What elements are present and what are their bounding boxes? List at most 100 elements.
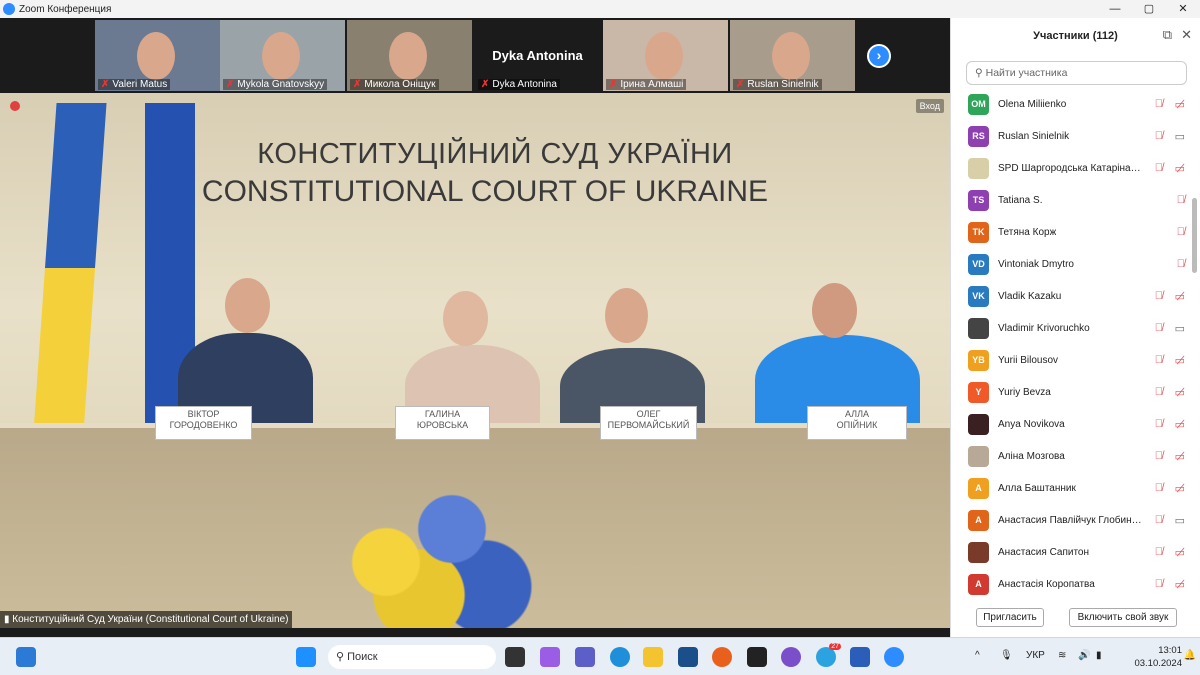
video-off-icon[interactable]: ▭̸ — [1175, 450, 1185, 463]
video-off-icon[interactable]: ▭̸ — [1175, 162, 1185, 175]
scrollbar[interactable] — [1192, 198, 1197, 273]
muted-mic-icon[interactable]: 🎙̸ — [1155, 130, 1163, 142]
avatar — [968, 541, 989, 563]
muted-mic-icon[interactable]: 🎙̸ — [1155, 418, 1163, 430]
video-off-icon[interactable]: ▭̸ — [1175, 578, 1185, 591]
wall-title-ua: КОНСТИТУЦІЙНИЙ СУД УКРАЇНИ — [257, 138, 733, 170]
video-on-icon[interactable]: ▭ — [1175, 514, 1185, 527]
muted-mic-icon[interactable]: 🎙̸ — [1155, 546, 1163, 558]
muted-mic-icon: ✗ — [481, 79, 490, 90]
invite-button[interactable]: Пригласить — [976, 608, 1044, 627]
edge-icon[interactable] — [610, 647, 630, 667]
muted-mic-icon[interactable]: 🎙̸ — [1155, 162, 1163, 174]
zoom-icon[interactable] — [884, 647, 904, 667]
nameplate: АЛЛА ОПІЙНИК — [807, 406, 907, 440]
gallery-tile[interactable]: ✗ Mykola Gnatovskyy — [220, 20, 345, 91]
teams-icon[interactable] — [575, 647, 595, 667]
gallery-tile[interactable]: ✗ Ірина Алмаші — [603, 20, 728, 91]
muted-mic-icon[interactable]: 🎙̸ — [1155, 354, 1163, 366]
store-icon[interactable] — [678, 647, 698, 667]
viber-icon[interactable] — [781, 647, 801, 667]
app-icon[interactable] — [747, 647, 767, 667]
muted-mic-icon[interactable]: 🎙̸ — [1177, 258, 1185, 270]
participant-row[interactable]: VK Vladik Kazaku 🎙̸ ▭̸ — [951, 280, 1191, 312]
video-off-icon[interactable]: ▭̸ — [1175, 418, 1185, 431]
tile-name: ✗ Dyka Antonina — [478, 79, 560, 90]
muted-mic-icon[interactable]: 🎙̸ — [1155, 98, 1163, 110]
video-on-icon[interactable]: ▭ — [1175, 322, 1185, 335]
muted-mic-icon[interactable]: 🎙̸ — [1155, 578, 1163, 590]
participant-row[interactable]: TK Тетяна Корж 🎙̸ — [951, 216, 1191, 248]
task-view-icon[interactable] — [505, 647, 525, 667]
maximize-button[interactable]: ▢ — [1132, 0, 1166, 18]
participant-row[interactable]: TS Tatiana S. 🎙̸ — [951, 184, 1191, 216]
video-off-icon[interactable]: ▭̸ — [1175, 354, 1185, 367]
avatar: A — [968, 573, 989, 595]
telegram-icon[interactable]: 27 — [816, 643, 841, 667]
gallery-tile[interactable]: Dyka Antonina ✗ Dyka Antonina — [475, 20, 600, 91]
muted-mic-icon[interactable]: 🎙̸ — [1155, 386, 1163, 398]
search-icon: ⚲ — [336, 651, 348, 663]
firefox-icon[interactable] — [712, 647, 732, 667]
clock[interactable]: 13:01 03.10.2024 — [1134, 644, 1182, 670]
participant-row[interactable]: Аліна Мозгова 🎙̸ ▭̸ — [951, 440, 1191, 472]
widgets-icon[interactable] — [16, 647, 36, 667]
participant-row[interactable]: A Алла Баштанник 🎙̸ ▭̸ — [951, 472, 1191, 504]
microphone-icon[interactable]: 🎙 — [1000, 650, 1013, 661]
file-explorer-icon[interactable] — [643, 647, 663, 667]
video-on-icon[interactable]: ▭ — [1175, 130, 1185, 143]
tile-name: ✗ Valeri Matus — [98, 79, 171, 90]
close-button[interactable]: ✕ — [1166, 0, 1200, 18]
notification-icon[interactable]: 🔔 — [1184, 650, 1196, 661]
participant-name: Anya Novikova — [998, 418, 1065, 430]
muted-mic-icon[interactable]: 🎙̸ — [1155, 450, 1163, 462]
gallery-tile[interactable]: ✗ Valeri Matus — [95, 20, 220, 91]
video-off-icon[interactable]: ▭̸ — [1175, 290, 1185, 303]
avatar: A — [968, 509, 989, 531]
video-off-icon[interactable]: ▭̸ — [1175, 546, 1185, 559]
participant-row[interactable]: Анастасия Сапитон 🎙̸ ▭̸ — [951, 536, 1191, 568]
muted-mic-icon[interactable]: 🎙̸ — [1155, 322, 1163, 334]
start-icon[interactable] — [296, 647, 316, 667]
avatar: Y — [968, 381, 989, 403]
muted-mic-icon[interactable]: 🎙̸ — [1155, 290, 1163, 302]
video-off-icon[interactable]: ▭̸ — [1175, 482, 1185, 495]
gallery-tile[interactable]: ✗ Ruslan Sinielnik — [730, 20, 855, 91]
muted-mic-icon[interactable]: 🎙̸ — [1155, 482, 1163, 494]
copilot-icon[interactable] — [540, 647, 560, 667]
minimize-button[interactable]: — — [1098, 0, 1132, 18]
muted-mic-icon[interactable]: 🎙̸ — [1177, 194, 1185, 206]
muted-mic-icon[interactable]: 🎙̸ — [1177, 226, 1185, 238]
wifi-icon[interactable]: ≋ — [1058, 650, 1066, 661]
muted-mic-icon: ✗ — [226, 79, 235, 90]
avatar: YB — [968, 349, 989, 371]
muted-mic-icon[interactable]: 🎙̸ — [1155, 514, 1163, 526]
word-icon[interactable] — [850, 647, 870, 667]
video-off-icon[interactable]: ▭̸ — [1175, 98, 1185, 111]
popout-icon[interactable]: ⧉ — [1163, 27, 1172, 43]
participant-row[interactable]: VD Vintoniak Dmytro 🎙̸ — [951, 248, 1191, 280]
participant-row[interactable]: OM Olena Miliienko 🎙̸ ▭̸ — [951, 88, 1191, 120]
next-page-button[interactable]: › — [867, 44, 891, 68]
unmute-button[interactable]: Включить свой звук — [1069, 608, 1177, 627]
participant-row[interactable]: SPD Шаргородська Катаріна М... 🎙̸ ▭̸ — [951, 152, 1191, 184]
participant-row[interactable]: Vladimir Krivoruchko 🎙̸ ▭ — [951, 312, 1191, 344]
search-participant-input[interactable]: ⚲ Найти участника — [966, 61, 1187, 85]
participants-panel: Участники (112) ⧉ ✕ ⚲ Найти участника OM… — [950, 18, 1200, 637]
show-hidden-icon[interactable]: ^ — [975, 650, 980, 661]
participant-row[interactable]: Anya Novikova 🎙̸ ▭̸ — [951, 408, 1191, 440]
video-off-icon[interactable]: ▭̸ — [1175, 386, 1185, 399]
participant-row[interactable]: A Анастасия Павлійчук Глобинсь... 🎙̸ ▭ — [951, 504, 1191, 536]
main-video: КОНСТИТУЦІЙНИЙ СУД УКРАЇНИ CONSTITUTIONA… — [0, 93, 950, 628]
participant-row[interactable]: A Анастасія Коропатва 🎙̸ ▭̸ — [951, 568, 1191, 600]
participant-name: Ruslan Sinielnik — [998, 130, 1070, 142]
gallery-tile[interactable]: ✗ Микола Оніщук — [347, 20, 472, 91]
participant-row[interactable]: RS Ruslan Sinielnik 🎙̸ ▭ — [951, 120, 1191, 152]
language-indicator[interactable]: УКР — [1026, 650, 1045, 661]
battery-icon[interactable]: ▮ — [1096, 650, 1102, 661]
close-panel-icon[interactable]: ✕ — [1181, 27, 1192, 43]
participant-row[interactable]: YB Yurii Bilousov 🎙̸ ▭̸ — [951, 344, 1191, 376]
participant-row[interactable]: Y Yuriy Bevza 🎙̸ ▭̸ — [951, 376, 1191, 408]
volume-icon[interactable]: 🔊 — [1078, 650, 1090, 661]
taskbar-search[interactable]: ⚲ Поиск — [328, 645, 496, 669]
